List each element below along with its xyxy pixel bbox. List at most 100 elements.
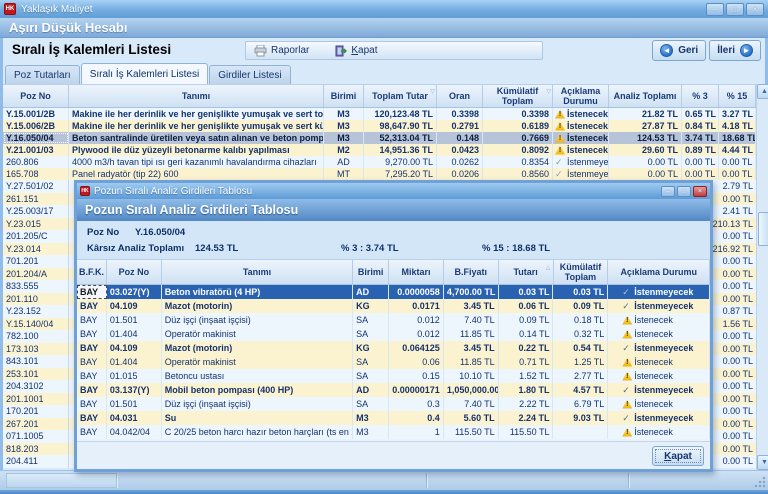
table-row[interactable]: Y.15.001/2BMakine ile her derinlik ve he… (3, 108, 756, 120)
dialog-column-header[interactable]: Poz No (107, 260, 162, 284)
column-header[interactable]: % 15 (719, 85, 756, 107)
durum-cell: İstenecek (608, 327, 710, 341)
main-table-header: Poz NoTanımıBirimiToplam Tutar▽OranKümül… (3, 84, 756, 108)
p3-cell: 3.74 TL (682, 132, 719, 144)
window-title: Yaklaşık Maliyet (21, 4, 93, 15)
kumulatif-cell (553, 425, 608, 439)
dialog-kapat-button[interactable]: Kapat (652, 446, 704, 466)
tutar-cell: 0.03 TL (499, 285, 554, 299)
geri-button[interactable]: ◄ Geri (652, 40, 706, 61)
main-window: HK Yaklaşık Maliyet Aşırı Düşük Hesabı S… (0, 0, 768, 494)
analiz-cell: 0.00 TL (609, 156, 682, 168)
p3-cell: 0.89 TL (682, 144, 719, 156)
title-bar: HK Yaklaşık Maliyet (0, 0, 768, 18)
oran-cell: 0.0206 (437, 168, 483, 180)
maximize-icon[interactable] (726, 3, 744, 16)
app-icon: HK (4, 3, 16, 15)
dialog-minimize-icon[interactable] (661, 186, 675, 197)
table-row[interactable]: 165.708Panel radyatör (tip 22) 600MT7,29… (3, 168, 756, 180)
bfk-cell: BAY (77, 369, 107, 383)
tanim-cell: C 20/25 beton harcı hazır beton harçları… (162, 425, 353, 439)
poz-no-cell: 201.204/A (3, 268, 69, 281)
dialog-band-label: Pozun Sıralı Analiz Girdileri Tablosu (77, 203, 298, 217)
column-header[interactable]: Toplam Tutar▽ (364, 85, 437, 107)
table-row[interactable]: Y.15.006/2BMakine ile her derinlik ve he… (3, 120, 756, 132)
dialog-column-header[interactable]: Tutarı△ (499, 260, 554, 284)
durum-cell: İstenecek (608, 397, 710, 411)
poz-no-cell: 260.806 (3, 156, 69, 168)
dialog-table-row[interactable]: BAY01.404Operatör makinistSA0.0611.85 TL… (77, 355, 710, 369)
tutar-cell: 0.09 TL (499, 313, 554, 327)
ileri-button[interactable]: İleri ► (709, 40, 761, 61)
dialog-column-header[interactable]: Miktarı (389, 260, 444, 284)
poz-no-cell: 267.201 (3, 418, 69, 431)
dialog-table-row[interactable]: BAY04.042/04C 20/25 beton harcı hazır be… (77, 425, 710, 439)
p15-cell: 2.79 TL (723, 180, 753, 193)
birim-cell: AD (324, 156, 364, 168)
arrow-left-icon: ◄ (660, 44, 673, 57)
tanim-cell: Mazot (motorin) (162, 341, 353, 355)
scrollbar-thumb[interactable] (758, 212, 768, 246)
dialog-maximize-icon[interactable] (677, 186, 691, 197)
column-header[interactable]: Tanımı (69, 85, 324, 107)
durum-cell: İstenecek (608, 369, 710, 383)
column-header[interactable]: Açıklama Durumu (553, 85, 609, 107)
dialog-table-row[interactable]: BAY04.031SuM30.45.60 TL2.24 TL9.03 TL✓İs… (77, 411, 710, 425)
filter-icon[interactable]: ▽ (430, 87, 435, 97)
close-icon[interactable] (746, 3, 764, 16)
resize-grip[interactable] (754, 476, 766, 488)
dialog-column-header[interactable]: Birimi (353, 260, 389, 284)
filter-icon[interactable]: ▽ (546, 87, 551, 97)
column-header[interactable]: Oran (437, 85, 483, 107)
dialog-table-row[interactable]: BAY01.015Betoncu ustasıSA0.1510.10 TL1.5… (77, 369, 710, 383)
dialog-table-row[interactable]: BAY01.404Operatör makinistSA0.01211.85 T… (77, 327, 710, 341)
dialog-column-header[interactable]: Kümülatif Toplam (554, 260, 609, 284)
column-header[interactable]: Kümülatif Toplam▽ (483, 85, 553, 107)
dialog-table-row[interactable]: BAY03.137(Y)Mobil beton pompası (400 HP)… (77, 383, 710, 397)
tutar-cell: 0.06 TL (499, 299, 554, 313)
bfiyat-cell: 3.45 TL (444, 341, 499, 355)
poz-no-cell: 261.151 (3, 193, 69, 206)
tanim-cell: 4000 m3/h tavan tipi ısı geri kazanımlı … (69, 156, 324, 168)
dialog-table-row[interactable]: BAY01.501Düz işçi (inşaat işçisi)SA0.37.… (77, 397, 710, 411)
sort-icon[interactable]: △ (546, 263, 551, 273)
column-header[interactable]: Birimi (324, 85, 364, 107)
dialog-column-header[interactable]: Açıklama Durumu (608, 260, 710, 284)
dialog-table-row[interactable]: BAY04.109Mazot (motorin)KG0.0641253.45 T… (77, 341, 710, 355)
p15-cell: 0.00 TL (723, 368, 753, 381)
tab-poz-tutarları[interactable]: Poz Tutarları (5, 65, 80, 84)
durum-cell: ✓İstenmeyecek (608, 299, 710, 313)
column-header[interactable]: Analiz Toplamı (609, 85, 682, 107)
kapat-toolbar-button[interactable]: Kapat (335, 45, 377, 57)
kumulatif-cell: 0.54 TL (553, 341, 608, 355)
poz-no-cell: 253.101 (3, 368, 69, 381)
dialog-column-header[interactable]: B.F.K. (77, 260, 107, 284)
p3-cell: 0.84 TL (682, 120, 719, 132)
dialog-close-icon[interactable] (693, 186, 707, 197)
kumulatif-cell: 0.6189 (483, 120, 553, 132)
dialog-table-row[interactable]: BAY03.027(Y)Beton vibratörü (4 HP)AD0.00… (77, 285, 710, 299)
analiz-cell: 29.60 TL (609, 144, 682, 156)
scroll-up-icon[interactable] (757, 84, 768, 99)
minimize-icon[interactable] (706, 3, 724, 16)
dialog-table-row[interactable]: BAY04.109Mazot (motorin)KG0.01713.45 TL0… (77, 299, 710, 313)
column-header[interactable]: % 3 (682, 85, 719, 107)
p15-cell: 4.44 TL (719, 144, 756, 156)
bfk-cell: BAY (77, 397, 107, 411)
dialog-table-header: B.F.K.Poz NoTanımıBirimiMiktarıB.FiyatıT… (77, 259, 710, 285)
tab-sıralı-i̇ş-kalemleri-listesi[interactable]: Sıralı İş Kalemleri Listesi (81, 63, 208, 84)
raporlar-button[interactable]: Raporlar (254, 45, 309, 57)
dialog-table-row[interactable]: BAY01.501Düz işçi (inşaat işçisi)SA0.012… (77, 313, 710, 327)
table-row[interactable]: 260.8064000 m3/h tavan tipi ısı geri kaz… (3, 156, 756, 168)
column-header[interactable]: Poz No (3, 85, 69, 107)
dialog-column-header[interactable]: Tanımı (162, 260, 353, 284)
table-row[interactable]: Y.21.001/03Plywood ile düz yüzeyli beton… (3, 144, 756, 156)
dialog-column-header[interactable]: B.Fiyatı (444, 260, 499, 284)
bfiyat-cell: 4,700.00 TL (444, 285, 499, 299)
vertical-scrollbar[interactable] (756, 84, 768, 470)
table-row[interactable]: Y.16.050/04Beton santralinde üretilen ve… (3, 132, 756, 144)
bfk-cell: BAY (77, 285, 107, 299)
p15-cell: 4.18 TL (719, 120, 756, 132)
tab-girdiler-listesi[interactable]: Girdiler Listesi (209, 65, 290, 84)
scroll-down-icon[interactable] (757, 455, 768, 470)
